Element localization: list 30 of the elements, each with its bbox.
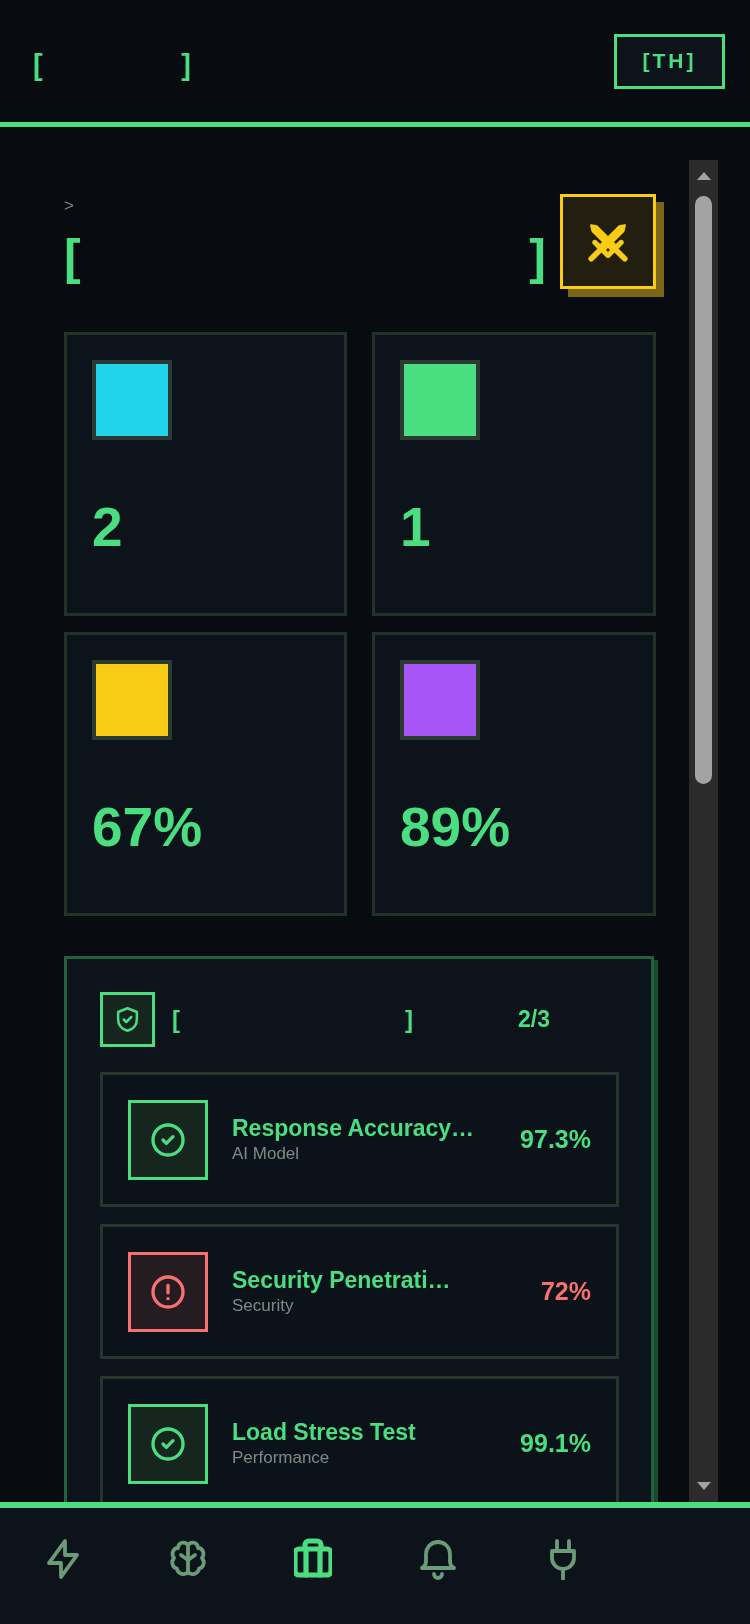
language-button[interactable]: [TH]	[614, 33, 725, 89]
close-bracket: ]	[405, 1007, 413, 1032]
close-bracket: ]	[529, 230, 546, 284]
test-name: Security Penetrati…	[232, 1267, 451, 1294]
stat-value: 1	[400, 500, 431, 555]
test-category: AI Model	[232, 1143, 300, 1164]
scroll-thumb[interactable]	[695, 196, 712, 784]
passed-count: 2/3	[518, 1008, 550, 1031]
test-category: Performance	[232, 1447, 330, 1468]
stat-value: 2	[92, 500, 123, 555]
scroll-up-icon[interactable]	[696, 172, 711, 180]
test-score: 72%	[540, 1279, 591, 1304]
shield-check-icon	[100, 992, 155, 1047]
action-button[interactable]	[560, 194, 664, 297]
test-name: Load Stress Test	[232, 1419, 416, 1446]
briefcase-icon	[293, 1538, 332, 1580]
test-score: 97.3%	[520, 1127, 591, 1152]
scrollbar[interactable]	[689, 160, 718, 1502]
test-name: Response Accuracy…	[232, 1115, 475, 1142]
bell-icon	[418, 1538, 457, 1580]
stat-value: 89%	[400, 800, 511, 855]
open-bracket: [	[64, 230, 81, 284]
open-bracket: [	[33, 50, 43, 80]
test-score: 99.1%	[520, 1431, 591, 1456]
prompt-symbol: >	[64, 196, 74, 216]
close-bracket: ]	[181, 50, 191, 80]
open-bracket: [	[172, 1007, 180, 1032]
test-category: Security	[232, 1295, 294, 1316]
stat-value: 67%	[92, 800, 203, 855]
scroll-down-icon[interactable]	[696, 1482, 711, 1490]
